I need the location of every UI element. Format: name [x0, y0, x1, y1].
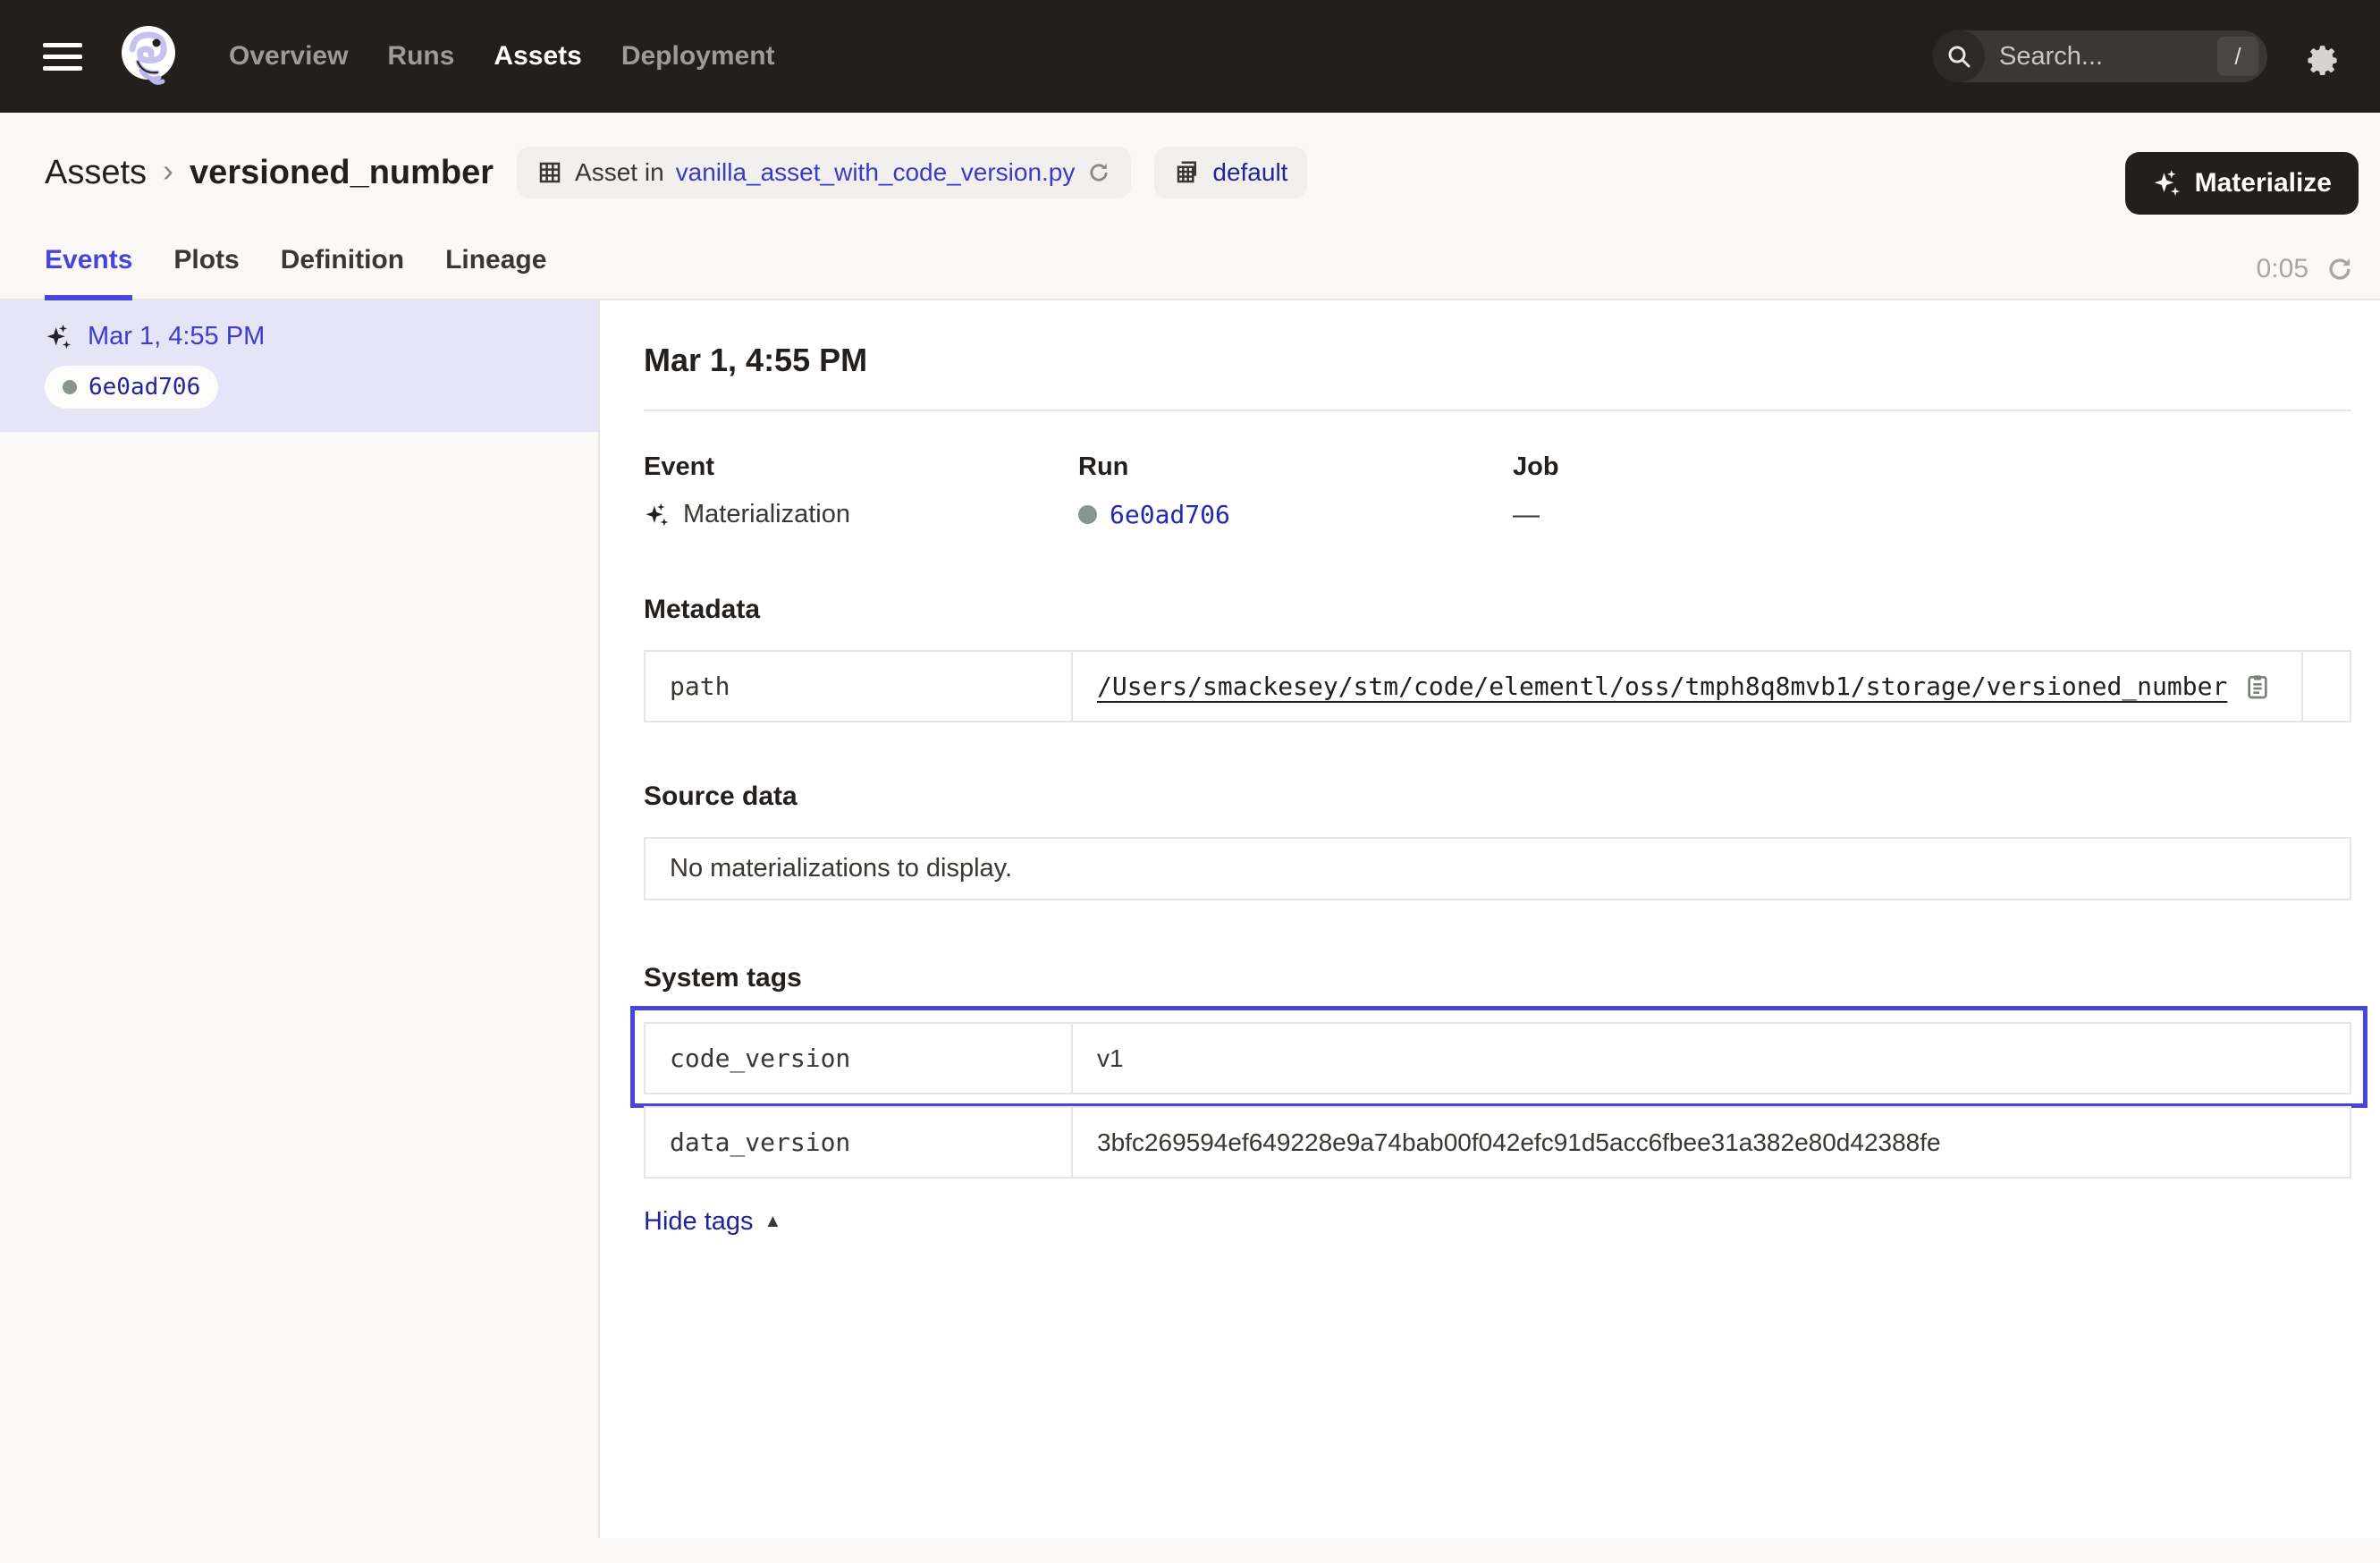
job-label: Job [1513, 452, 1947, 482]
asset-file-link[interactable]: vanilla_asset_with_code_version.py [676, 158, 1076, 187]
event-column: Event Materialization [644, 452, 1078, 530]
system-tags-section: System tags code_version v1 data_version… [644, 963, 2351, 1237]
job-empty-value: — [1513, 500, 1540, 530]
run-column: Run 6e0ad706 [1078, 452, 1513, 530]
event-list-item[interactable]: Mar 1, 4:55 PM 6e0ad706 [0, 300, 598, 432]
metadata-path-link[interactable]: /Users/smackesey/stm/code/elementl/oss/t… [1097, 672, 2227, 701]
event-heading: Mar 1, 4:55 PM [644, 342, 2351, 379]
metadata-section: Metadata path /Users/smackesey/stm/code/… [644, 595, 2351, 722]
event-run-badge[interactable]: 6e0ad706 [45, 366, 218, 409]
run-id-short: 6e0ad706 [89, 374, 200, 401]
gear-icon[interactable] [2303, 38, 2341, 75]
events-sidebar: Mar 1, 4:55 PM 6e0ad706 [0, 300, 600, 1538]
nav-link-deployment[interactable]: Deployment [621, 41, 775, 72]
job-column: Job — [1513, 452, 1947, 530]
repo-default-link[interactable]: default [1212, 158, 1287, 187]
run-status-dot [63, 380, 77, 394]
source-data-heading: Source data [644, 782, 2351, 812]
divider [644, 410, 2351, 411]
system-tags-table-row-highlighted: code_version v1 [644, 1022, 2351, 1094]
table-row: code_version v1 [646, 1024, 2350, 1093]
event-label: Event [644, 452, 1078, 482]
repo-grid-icon [1174, 159, 1201, 186]
refresh-countdown: 0:05 [2257, 254, 2308, 284]
source-data-empty-message: No materializations to display. [644, 837, 2351, 900]
tab-plots[interactable]: Plots [173, 245, 239, 300]
sparkle-icon [45, 323, 73, 351]
metadata-heading: Metadata [644, 595, 2351, 625]
tab-lineage[interactable]: Lineage [445, 245, 546, 300]
event-type-value: Materialization [683, 500, 850, 529]
highlight-outline: code_version v1 [630, 1006, 2367, 1108]
page-title: versioned_number [190, 154, 494, 192]
materialize-button[interactable]: Materialize [2125, 152, 2359, 215]
event-detail-panel: Mar 1, 4:55 PM Event Materialization Run [600, 300, 2380, 1538]
metadata-key: path [646, 652, 1073, 721]
run-status-dot [1078, 505, 1097, 524]
system-tags-table: data_version 3bfc269594ef649228e9a74bab0… [644, 1106, 2351, 1179]
hamburger-icon[interactable] [43, 43, 82, 71]
search-icon [1933, 30, 1985, 82]
materialize-label: Materialize [2195, 168, 2332, 199]
tag-key: code_version [646, 1024, 1073, 1093]
event-summary-row: Event Materialization Run 6e0ad706 [644, 452, 2351, 530]
reload-icon[interactable] [1086, 160, 1111, 185]
search-input[interactable]: Search... / [1933, 30, 2267, 82]
repo-badge: default [1154, 147, 1307, 199]
asset-grid-icon [536, 159, 563, 186]
tab-bar: Events Plots Definition Lineage 0:05 [0, 245, 2380, 300]
tag-value: v1 [1097, 1044, 1124, 1073]
source-data-section: Source data No materializations to displ… [644, 782, 2351, 900]
nav-links: Overview Runs Assets Deployment [229, 41, 775, 72]
clipboard-copy-icon[interactable] [2243, 672, 2272, 701]
tab-events[interactable]: Events [45, 245, 132, 300]
system-tags-heading: System tags [644, 963, 2351, 993]
table-end-cell [2301, 652, 2350, 721]
nav-link-runs[interactable]: Runs [387, 41, 454, 72]
caret-up-icon: ▲ [764, 1212, 782, 1232]
tab-definition[interactable]: Definition [281, 245, 404, 300]
search-placeholder: Search... [1999, 42, 2217, 72]
breadcrumb: Assets › versioned_number [45, 154, 494, 192]
run-id-link[interactable]: 6e0ad706 [1110, 500, 1230, 529]
event-timestamp[interactable]: Mar 1, 4:55 PM [88, 322, 265, 351]
tag-key: data_version [646, 1108, 1073, 1177]
dagster-logo[interactable] [114, 22, 182, 90]
asset-in-label: Asset in [575, 158, 664, 187]
hide-tags-link[interactable]: Hide tags ▲ [644, 1207, 781, 1237]
table-row: path /Users/smackesey/stm/code/elementl/… [646, 652, 2350, 721]
reload-icon[interactable] [2325, 254, 2355, 284]
metadata-table: path /Users/smackesey/stm/code/elementl/… [644, 650, 2351, 722]
breadcrumb-assets-link[interactable]: Assets [45, 154, 147, 192]
run-label: Run [1078, 452, 1513, 482]
nav-link-overview[interactable]: Overview [229, 41, 348, 72]
asset-definition-badge: Asset in vanilla_asset_with_code_version… [517, 147, 1131, 199]
top-navbar: Overview Runs Assets Deployment Search..… [0, 0, 2380, 113]
hide-tags-label: Hide tags [644, 1207, 754, 1237]
sparkle-icon [644, 502, 671, 528]
sparkle-icon [2152, 168, 2182, 199]
table-row: data_version 3bfc269594ef649228e9a74bab0… [646, 1108, 2350, 1177]
chevron-right-icon: › [163, 152, 173, 190]
search-shortcut-key: / [2217, 37, 2258, 76]
nav-link-assets[interactable]: Assets [494, 41, 581, 72]
tag-value: 3bfc269594ef649228e9a74bab00f042efc91d5a… [1097, 1128, 1941, 1157]
page-header: Assets › versioned_number Asset in vanil… [0, 113, 2380, 215]
